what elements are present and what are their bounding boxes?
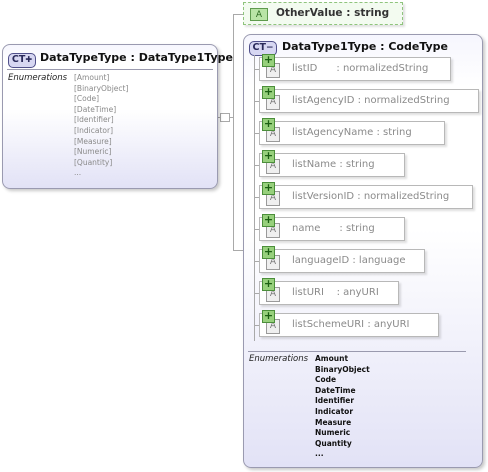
plus-icon[interactable]: + xyxy=(262,310,275,323)
datatype1-type-title: DataType1Type : CodeType xyxy=(282,40,449,53)
plus-icon[interactable]: + xyxy=(262,150,275,163)
enumeration-value: ... xyxy=(315,449,324,459)
enumeration-value: [DateTime] xyxy=(74,104,117,114)
expand-icon: ✚ xyxy=(25,55,33,64)
other-value-label: OtherValue : string xyxy=(276,7,390,19)
attribute-connector xyxy=(254,261,259,262)
plus-icon[interactable]: + xyxy=(262,182,275,195)
plus-icon[interactable]: + xyxy=(262,118,275,131)
complex-type-badge-text: CT xyxy=(252,42,266,53)
attribute-connector xyxy=(254,197,259,198)
attribute-label: listVersionID : normalizedString xyxy=(292,191,450,202)
attribute-connector xyxy=(254,229,259,230)
enumeration-value: [BinaryObject] xyxy=(74,83,129,93)
enumerations-label: Enumerations xyxy=(8,73,68,83)
attribute-label: languageID : language xyxy=(292,255,406,266)
attribute-label: listSchemeURI : anyURI xyxy=(292,319,410,330)
attribute-label: listName : string xyxy=(292,159,375,170)
attribute-label: listID : normalizedString xyxy=(292,63,429,74)
enumeration-value: [Identifier] xyxy=(74,115,114,125)
attribute-box[interactable]: AlanguageID : language xyxy=(259,249,425,273)
enumeration-value: Identifier xyxy=(315,396,355,406)
enumeration-value: Quantity xyxy=(315,438,352,448)
attribute-box[interactable]: AlistName : string xyxy=(259,153,405,177)
attribute-label: listAgencyName : string xyxy=(292,127,412,138)
other-value-element[interactable]: A OtherValue : string xyxy=(243,2,403,25)
attribute-label: listURI : anyURI xyxy=(292,287,379,298)
collapse-icon: − xyxy=(265,43,274,53)
datatype-type-title: DataTypeType : DataType1Type xyxy=(40,51,233,64)
attribute-connector xyxy=(254,69,259,70)
enumeration-value: ... xyxy=(74,168,82,178)
attribute-box[interactable]: AlistSchemeURI : anyURI xyxy=(259,313,439,337)
enumeration-list: Amount BinaryObject Code DateTime Identifier… xyxy=(315,354,370,460)
attribute-label: name : string xyxy=(292,223,375,234)
datatype-type-box[interactable]: CT✚ DataTypeType : DataType1Type Enumera… xyxy=(2,44,233,189)
plus-icon[interactable]: + xyxy=(262,86,275,99)
connector-trunk xyxy=(233,14,234,250)
attribute-box[interactable]: AlistAgencyID : normalizedString xyxy=(259,89,479,113)
attribute-box[interactable]: AlistID : normalizedString xyxy=(259,57,451,81)
complex-type-icon: CT✚ xyxy=(8,53,36,68)
connector-mid xyxy=(229,117,233,118)
plus-icon[interactable]: + xyxy=(262,246,275,259)
enumeration-value: BinaryObject xyxy=(315,364,370,374)
enumeration-list: [Amount] [BinaryObject] [Code] [DateTime] [I… xyxy=(74,73,128,179)
complex-type-badge-text: CT xyxy=(11,54,26,65)
enumeration-value: Indicator xyxy=(315,406,354,416)
attribute-label: listAgencyID : normalizedString xyxy=(292,95,450,106)
attribute-connector xyxy=(254,133,259,134)
enumeration-value: [Numeric] xyxy=(74,147,112,157)
enumeration-value: [Code] xyxy=(74,94,100,104)
enumeration-value: [Quantity] xyxy=(74,157,113,167)
enumerations-label: Enumerations xyxy=(249,354,309,364)
enumeration-value: Code xyxy=(315,375,337,385)
attribute-box[interactable]: Aname : string xyxy=(259,217,405,241)
datatype1-type-box[interactable]: CT− DataType1Type : CodeType Enumeration… xyxy=(243,34,483,468)
attribute-box[interactable]: AlistURI : anyURI xyxy=(259,281,399,305)
enumeration-value: Numeric xyxy=(315,428,351,438)
attributes-bracket xyxy=(254,55,255,341)
attribute-box[interactable]: AlistVersionID : normalizedString xyxy=(259,185,473,209)
attribute-connector xyxy=(254,101,259,102)
attribute-connector xyxy=(254,293,259,294)
enumeration-value: Measure xyxy=(315,417,352,427)
enumeration-value: Amount xyxy=(315,354,349,363)
enumeration-value: [Indicator] xyxy=(74,125,113,135)
attribute-icon: A xyxy=(250,8,268,21)
enumeration-value: [Amount] xyxy=(74,73,110,82)
divider xyxy=(7,69,213,70)
plus-icon[interactable]: + xyxy=(262,278,275,291)
plus-icon[interactable]: + xyxy=(262,214,275,227)
enumeration-value: [Measure] xyxy=(74,136,112,146)
attribute-box[interactable]: AlistAgencyName : string xyxy=(259,121,445,145)
attribute-connector xyxy=(254,325,259,326)
attribute-connector xyxy=(254,165,259,166)
enumeration-value: DateTime xyxy=(315,385,356,395)
divider xyxy=(248,351,466,352)
plus-icon[interactable]: + xyxy=(262,54,275,67)
